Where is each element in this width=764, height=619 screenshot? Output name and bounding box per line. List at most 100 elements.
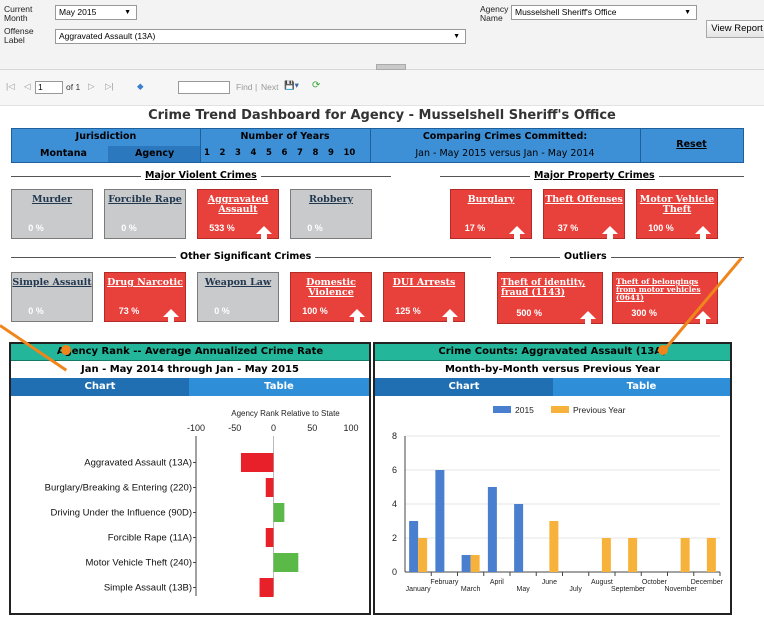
tab-chart[interactable]: Chart	[375, 378, 553, 396]
chevron-down-icon: ▼	[684, 9, 691, 16]
number-of-years-label: Number of Years	[240, 131, 330, 142]
section-other-significant-crimes: Other Significant Crimes	[176, 251, 316, 262]
x-tick-label: -100	[187, 423, 205, 433]
tab-table[interactable]: Table	[189, 378, 369, 396]
view-report-button[interactable]: View Report	[706, 20, 764, 38]
report-parameters: Current Month May 2015 ▼ Agency Name Muss…	[0, 0, 764, 70]
category-label: Aggravated Assault (13A)	[84, 458, 192, 469]
years-selector: 1 2 3 4 5 6 7 8 9 10	[200, 146, 370, 162]
up-arrow-icon	[256, 226, 272, 239]
crime-tile-name[interactable]: Theft of belongings from motor vehicles …	[613, 278, 717, 302]
crime-tile-name[interactable]: Theft Offenses	[544, 195, 624, 205]
crime-tile-name[interactable]: DUI Arrests	[384, 278, 464, 288]
crime-tile[interactable]: Murder 0 %	[11, 189, 93, 239]
crime-tile-name[interactable]: Theft of identity, fraud (1143)	[498, 278, 602, 298]
crime-tile-percent: 0 %	[307, 223, 323, 233]
crime-tile-name[interactable]: Simple Assault	[12, 278, 92, 288]
crime-tile[interactable]: Weapon Law 0 %	[197, 272, 279, 322]
category-label: Driving Under the Influence (90D)	[50, 508, 192, 519]
crime-tile[interactable]: Theft Offenses 37 %	[543, 189, 625, 239]
up-arrow-icon	[509, 226, 525, 239]
export-icon[interactable]: 💾▾	[284, 80, 299, 91]
bar-previous-year	[470, 555, 480, 572]
crime-tile-name[interactable]: Drug Narcotic	[105, 278, 185, 288]
previous-page-icon[interactable]: ◁	[24, 81, 31, 92]
legend-label: 2015	[515, 405, 534, 415]
section-major-property-crimes: Major Property Crimes	[530, 170, 659, 181]
legend-swatch-previous	[551, 406, 569, 413]
year-option-9[interactable]: 9	[328, 148, 334, 158]
crime-tile[interactable]: Domestic Violence 100 %	[290, 272, 372, 322]
crime-tile[interactable]: Drug Narcotic 73 %	[104, 272, 186, 322]
crime-tile-percent: 100 %	[302, 306, 328, 316]
bar-previous-year	[706, 538, 716, 572]
dashboard-header: Jurisdiction Montana Agency Number of Ye…	[11, 128, 744, 163]
refresh-icon[interactable]: ⟳	[312, 80, 320, 91]
first-page-icon[interactable]: |◁	[6, 81, 15, 92]
page-number-input[interactable]: 1	[35, 81, 63, 94]
tab-chart[interactable]: Chart	[11, 378, 189, 396]
crime-tile[interactable]: Simple Assault 0 %	[11, 272, 93, 322]
year-option-8[interactable]: 8	[313, 148, 319, 158]
next-page-icon[interactable]: ▷	[88, 81, 95, 92]
last-page-icon[interactable]: ▷|	[105, 81, 114, 92]
year-option-3[interactable]: 3	[235, 148, 241, 158]
offense-label: Offense Label	[4, 26, 34, 45]
agency-rank-tabs: Chart Table	[11, 378, 369, 396]
year-option-7[interactable]: 7	[297, 148, 303, 158]
up-arrow-icon	[349, 309, 365, 322]
crime-tile-name[interactable]: Domestic Violence	[291, 278, 371, 298]
crime-tile[interactable]: DUI Arrests 125 %	[383, 272, 465, 322]
tab-table[interactable]: Table	[553, 378, 730, 396]
offense-label-select[interactable]: Aggravated Assault (13A) ▼	[55, 29, 466, 44]
crime-tile[interactable]: Forcible Rape 0 %	[104, 189, 186, 239]
month-label: February	[430, 579, 459, 586]
crime-tile-percent: 73 %	[118, 306, 140, 316]
reset-link[interactable]: Reset	[640, 139, 743, 150]
crime-tile-percent: 533 %	[209, 223, 235, 233]
find-link[interactable]: Find	[236, 82, 253, 92]
year-option-4[interactable]: 4	[251, 148, 257, 158]
back-icon[interactable]: ◆	[137, 81, 144, 92]
chevron-down-icon: ▼	[124, 9, 131, 16]
year-option-5[interactable]: 5	[266, 148, 272, 158]
crime-tile-percent: 125 %	[395, 306, 421, 316]
category-label: Simple Assault (13B)	[104, 583, 192, 594]
year-option-10[interactable]: 10	[344, 148, 356, 158]
crime-tile[interactable]: Motor Vehicle Theft 100 %	[636, 189, 718, 239]
crime-tile[interactable]: Theft of identity, fraud (1143) 500 %	[497, 272, 603, 324]
month-label: December	[691, 579, 724, 586]
crime-tile[interactable]: Theft of belongings from motor vehicles …	[612, 272, 718, 324]
section-major-violent-crimes: Major Violent Crimes	[141, 170, 261, 181]
crime-tile[interactable]: Aggravated Assault 533 %	[197, 189, 279, 239]
legend-label: Previous Year	[573, 405, 626, 415]
year-option-1[interactable]: 1	[204, 148, 210, 158]
find-next-link[interactable]: Next	[261, 82, 278, 92]
up-arrow-icon	[580, 311, 596, 324]
bar-previous-year	[549, 521, 559, 572]
agency-name-select[interactable]: Musselshell Sheriff's Office ▼	[511, 5, 697, 20]
find-input[interactable]	[178, 81, 230, 94]
current-month-select[interactable]: May 2015 ▼	[55, 5, 137, 20]
month-label: November	[664, 586, 697, 593]
chevron-down-icon: ▼	[453, 33, 460, 40]
crime-tile[interactable]: Robbery 0 %	[290, 189, 372, 239]
up-arrow-icon	[695, 226, 711, 239]
year-option-6[interactable]: 6	[282, 148, 288, 158]
year-option-2[interactable]: 2	[220, 148, 226, 158]
bar-previous-year	[418, 538, 428, 572]
jurisdiction-agency[interactable]: Agency	[135, 148, 174, 159]
crime-tile-name[interactable]: Burglary	[451, 195, 531, 205]
crime-tile-name[interactable]: Murder	[12, 195, 92, 205]
up-arrow-icon	[442, 309, 458, 322]
crime-tile-name[interactable]: Forcible Rape	[105, 195, 185, 205]
crime-tile-name[interactable]: Robbery	[291, 195, 371, 205]
crime-tile-name[interactable]: Aggravated Assault	[198, 195, 278, 215]
crime-tile[interactable]: Burglary 17 %	[450, 189, 532, 239]
jurisdiction-montana[interactable]: Montana	[40, 148, 87, 159]
crime-tile-name[interactable]: Weapon Law	[198, 278, 278, 288]
crime-tile-name[interactable]: Motor Vehicle Theft	[637, 195, 717, 215]
month-label: June	[542, 579, 557, 586]
rank-bar	[265, 478, 274, 497]
agency-rank-chart: Agency Rank Relative to State -100 -50 0 50 1…	[45, 409, 359, 597]
